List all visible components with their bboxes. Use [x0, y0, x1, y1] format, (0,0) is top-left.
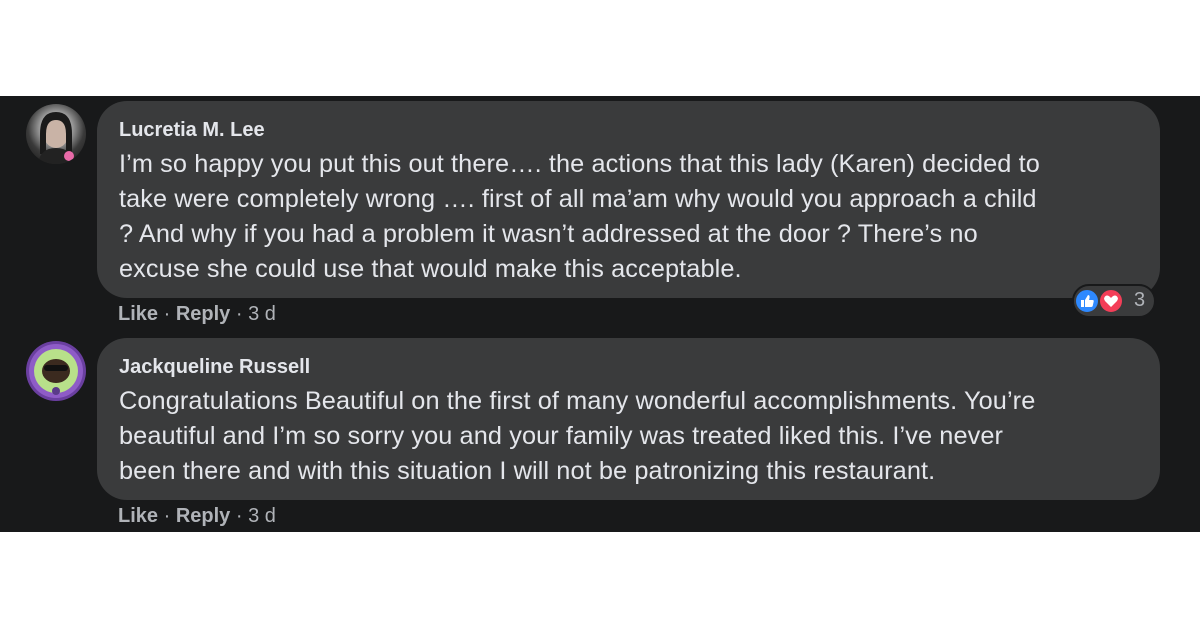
comment-actions: Like · Reply · 3 d: [118, 503, 276, 529]
comment-line: I’m so happy you put this out there…. th…: [119, 150, 1040, 178]
comment-bubble: Jackqueline Russell Congratulations Beau…: [97, 338, 1160, 500]
comment-bubble: Lucretia M. Lee I’m so happy you put thi…: [97, 101, 1160, 298]
comment-line: ? And why if you had a problem it wasn’t…: [119, 220, 978, 248]
comment-timestamp[interactable]: 3 d: [248, 303, 276, 325]
reply-button[interactable]: Reply: [176, 303, 230, 325]
love-icon: [1098, 288, 1124, 314]
comment-actions: Like · Reply · 3 d: [118, 301, 276, 327]
like-icon: [1074, 288, 1100, 314]
like-button[interactable]: Like: [118, 505, 158, 527]
comment-author[interactable]: Lucretia M. Lee: [119, 117, 1138, 143]
like-button[interactable]: Like: [118, 303, 158, 325]
comment-line: Congratulations Beautiful on the first o…: [119, 387, 1036, 415]
comment-line: been there and with this situation I wil…: [119, 457, 936, 485]
comment-text: Congratulations Beautiful on the first o…: [119, 384, 1138, 489]
avatar[interactable]: [26, 104, 86, 164]
separator: ·: [158, 505, 176, 527]
separator: ·: [230, 505, 249, 527]
profile-photo-icon: [38, 112, 74, 164]
avatar[interactable]: [26, 341, 86, 401]
comment-timestamp[interactable]: 3 d: [248, 505, 276, 527]
comment-line: beautiful and I’m so sorry you and your …: [119, 422, 1004, 450]
reaction-summary[interactable]: 3: [1072, 284, 1156, 318]
comment-line: excuse she could use that would make thi…: [119, 255, 742, 283]
profile-photo-icon: [29, 344, 83, 398]
comment-text: I’m so happy you put this out there…. th…: [119, 147, 1138, 287]
reaction-count: 3: [1134, 289, 1146, 311]
separator: ·: [158, 303, 176, 325]
separator: ·: [230, 303, 249, 325]
comment-author[interactable]: Jackqueline Russell: [119, 354, 1138, 380]
reply-button[interactable]: Reply: [176, 505, 230, 527]
comment-line: take were completely wrong …. first of a…: [119, 185, 1037, 213]
